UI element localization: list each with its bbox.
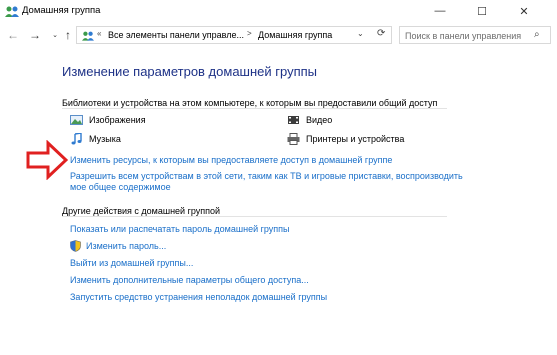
library-label: Видео <box>306 115 333 125</box>
title-bar: Домашняя группа — ☐ ✕ <box>0 0 557 24</box>
divider <box>62 108 447 109</box>
library-item-video: Видео <box>287 114 332 126</box>
homegroup-icon <box>5 6 19 17</box>
divider <box>62 216 447 217</box>
change-shared-resources-link[interactable]: Изменить ресурсы, к которым вы предостав… <box>70 155 392 165</box>
search-box[interactable]: ⌕ <box>399 26 551 44</box>
address-bar[interactable]: « Все элементы панели управле... > Домаш… <box>76 26 392 44</box>
up-arrow-icon[interactable]: ↑ <box>60 27 76 43</box>
music-icon <box>71 133 82 145</box>
allow-all-devices-link[interactable]: Разрешить всем устройствам в этой сети, … <box>70 171 470 193</box>
library-item-images: Изображения <box>70 114 146 126</box>
breadcrumb-homegroup[interactable]: Домашняя группа <box>258 30 332 40</box>
library-label: Принтеры и устройства <box>306 134 405 144</box>
library-label: Изображения <box>89 115 146 125</box>
forward-arrow-icon[interactable]: → <box>27 27 43 43</box>
leave-homegroup-link[interactable]: Выйти из домашней группы... <box>70 258 193 268</box>
advanced-sharing-settings-link[interactable]: Изменить дополнительные параметры общего… <box>70 275 309 285</box>
breadcrumb-control-panel[interactable]: Все элементы панели управле... <box>108 30 244 40</box>
search-input[interactable] <box>405 29 529 42</box>
change-password-link[interactable]: Изменить пароль... <box>86 241 166 251</box>
search-icon[interactable]: ⌕ <box>534 29 540 40</box>
library-item-printers: Принтеры и устройства <box>287 133 404 145</box>
uac-shield-icon <box>70 240 81 252</box>
page-title: Изменение параметров домашней группы <box>62 64 318 79</box>
minimize-button[interactable]: — <box>420 0 460 22</box>
breadcrumb-overflow-icon[interactable]: « <box>97 29 101 38</box>
libraries-heading: Библиотеки и устройства на этом компьюте… <box>62 98 438 108</box>
homegroup-icon <box>82 31 94 41</box>
library-label: Музыка <box>89 134 121 144</box>
homegroup-troubleshooter-link[interactable]: Запустить средство устранения неполадок … <box>70 292 327 302</box>
maximize-button[interactable]: ☐ <box>462 0 502 22</box>
back-arrow-icon[interactable]: ← <box>5 27 21 43</box>
other-actions-heading: Другие действия с домашней группой <box>62 206 221 216</box>
printer-icon <box>287 133 300 145</box>
video-icon <box>288 116 299 124</box>
refresh-icon[interactable]: ⟳ <box>377 28 385 39</box>
navigation-bar: ← → ⌄ ↑ « Все элементы панели управле...… <box>0 24 557 46</box>
close-button[interactable]: ✕ <box>504 0 544 22</box>
red-arrow-icon <box>26 140 68 180</box>
breadcrumb-separator-icon[interactable]: > <box>247 29 252 38</box>
show-print-password-link[interactable]: Показать или распечатать пароль домашней… <box>70 224 290 234</box>
address-dropdown-icon[interactable]: ⌄ <box>357 29 364 38</box>
window-title: Домашняя группа <box>22 5 101 16</box>
pictures-icon <box>70 115 83 125</box>
library-item-music: Музыка <box>70 133 121 145</box>
